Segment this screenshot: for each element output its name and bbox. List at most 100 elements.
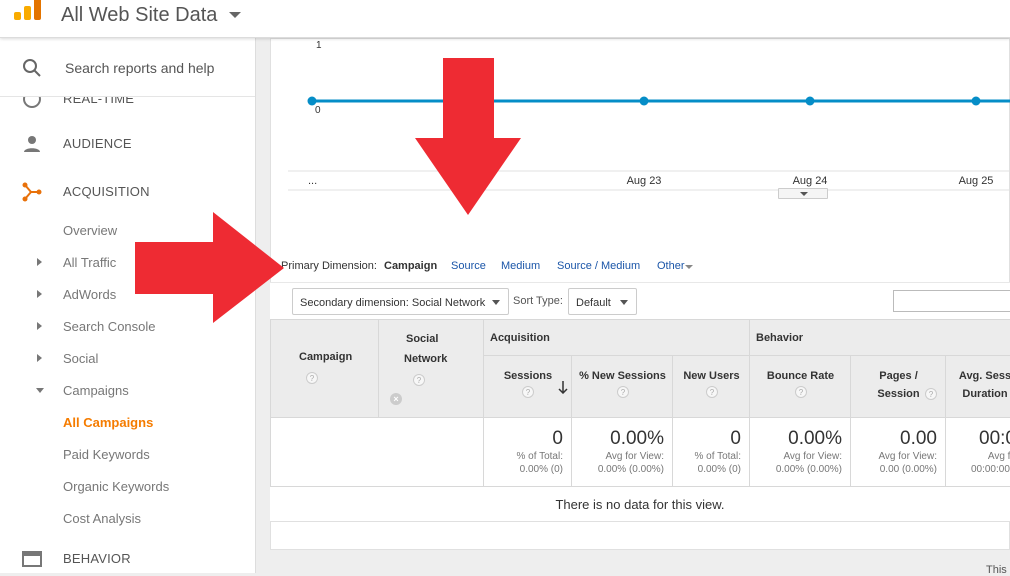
chart-resize-handle[interactable] xyxy=(778,188,828,199)
sidebar-item-acquisition[interactable]: ACQUISITION xyxy=(0,176,255,206)
line-chart: 1 0... Aug 23 Aug 24 Aug 25 xyxy=(288,40,1010,191)
behavior-icon xyxy=(22,551,42,567)
sidebar-item-paid-keywords[interactable]: Paid Keywords xyxy=(63,447,150,462)
y-tick-label: 0 xyxy=(315,105,321,116)
x-tick-label: ... xyxy=(308,175,317,187)
help-icon[interactable]: ? xyxy=(522,386,534,398)
group-header-acquisition: Acquisition xyxy=(484,319,750,356)
dimension-other[interactable]: Other xyxy=(657,260,685,272)
column-label: Social xyxy=(406,333,439,345)
sort-desc-arrow-icon[interactable] xyxy=(558,381,568,394)
expand-arrow-icon[interactable] xyxy=(37,322,42,330)
sidebar-item-social[interactable]: Social xyxy=(63,351,98,366)
dimension-source-medium[interactable]: Source / Medium xyxy=(557,260,640,272)
chevron-down-icon[interactable] xyxy=(229,12,241,18)
column-header-metric[interactable]: Bounce Rate ? xyxy=(750,356,851,418)
column-label: Duration xyxy=(962,388,1008,400)
x-tick-label: Aug 23 xyxy=(627,175,662,187)
data-point[interactable] xyxy=(307,96,317,106)
data-point[interactable] xyxy=(639,96,649,106)
x-tick-label: Aug 25 xyxy=(959,175,994,187)
footer-text: This xyxy=(986,564,1007,576)
secondary-dimension-select[interactable]: Secondary dimension: Social Network xyxy=(292,288,509,315)
metric-total-label: Avg for View: xyxy=(605,451,664,462)
account-view-selector[interactable]: All Web Site Data xyxy=(61,4,217,27)
column-header-metric[interactable]: Sessions ? xyxy=(484,356,572,418)
data-table: Campaign ? Social Network ? × Acquisitio… xyxy=(270,319,1010,576)
data-point[interactable] xyxy=(971,96,981,106)
column-header-metric[interactable]: New Users ? xyxy=(673,356,750,418)
group-label: Acquisition xyxy=(490,332,550,344)
help-icon[interactable]: ? xyxy=(795,386,807,398)
y-tick-label: 1 xyxy=(316,40,322,51)
collapse-arrow-icon[interactable] xyxy=(36,388,44,393)
analytics-logo-icon[interactable] xyxy=(14,0,42,20)
column-header-metric[interactable]: Pages / Session ? xyxy=(851,356,946,418)
column-header-metric[interactable]: Avg. Sess Duration ? xyxy=(946,356,1010,418)
help-icon[interactable]: ? xyxy=(925,388,937,400)
sort-type-select[interactable]: Default xyxy=(568,288,637,315)
metric-total-value: 0 xyxy=(552,428,563,449)
metric-total-detail: 0.00% (0.00%) xyxy=(597,464,664,475)
sidebar-item-overview[interactable]: Overview xyxy=(63,223,117,238)
metric-total-value: 0.00 xyxy=(900,428,937,449)
metric-total-detail: 0.00% (0) xyxy=(697,464,741,475)
sidebar-item-label: AUDIENCE xyxy=(63,136,132,151)
top-bar: All Web Site Data xyxy=(0,0,1010,38)
table-controls: Secondary dimension: Social Network Sort… xyxy=(270,282,1010,319)
sidebar-item-adwords[interactable]: AdWords xyxy=(63,287,116,302)
chevron-down-icon[interactable] xyxy=(685,265,693,269)
sidebar-item-campaigns[interactable]: Campaigns xyxy=(63,383,129,398)
metric-total-detail: 0.00% (0) xyxy=(519,464,563,475)
metric-total-value: 00:0 xyxy=(979,428,1010,449)
search-box[interactable]: Search reports and help xyxy=(0,38,255,97)
search-placeholder: Search reports and help xyxy=(65,60,215,76)
remove-dimension-icon[interactable]: × xyxy=(390,393,402,405)
metric-total-label: % of Total: xyxy=(694,451,741,462)
help-icon[interactable]: ? xyxy=(413,374,425,386)
table-search-input[interactable] xyxy=(893,290,1010,312)
total-row-label-cell xyxy=(270,418,484,487)
metric-total-detail: 0.00% (0.00%) xyxy=(775,464,842,475)
dimension-source[interactable]: Source xyxy=(451,260,486,272)
metric-total-cell: 0.00 Avg for View: 0.00 (0.00%) xyxy=(851,418,946,487)
sort-type-label: Sort Type: xyxy=(513,295,563,307)
sidebar-item-organic-keywords[interactable]: Organic Keywords xyxy=(63,479,169,494)
metric-total-cell: 00:0 Avg fo 00:00:00 ( xyxy=(946,418,1010,487)
dimension-medium[interactable]: Medium xyxy=(501,260,540,272)
column-header-metric[interactable]: % New Sessions ? xyxy=(572,356,673,418)
report-content: 1 0... Aug 23 Aug 24 Aug 25 Primary Dimensio… xyxy=(256,38,1010,576)
metric-total-cell: 0.00% Avg for View: 0.00% (0.00%) xyxy=(572,418,673,487)
column-label: New Users xyxy=(683,370,740,382)
metric-total-cell: 0 % of Total: 0.00% (0) xyxy=(673,418,750,487)
metric-total-detail: 0.00 (0.00%) xyxy=(879,464,937,475)
expand-arrow-icon[interactable] xyxy=(37,354,42,362)
primary-dimension-bar: Primary Dimension: Campaign Source Mediu… xyxy=(270,250,1010,282)
sidebar-item-label: ACQUISITION xyxy=(63,184,150,199)
metric-total-cell: 0.00% Avg for View: 0.00% (0.00%) xyxy=(750,418,851,487)
sidebar-item-audience[interactable]: AUDIENCE xyxy=(0,128,255,158)
metric-total-value: 0.00% xyxy=(610,428,664,449)
dimension-campaign[interactable]: Campaign xyxy=(384,260,437,272)
column-label: Avg. Sess xyxy=(958,370,1010,382)
sidebar-item-cost-analysis[interactable]: Cost Analysis xyxy=(63,511,141,526)
help-icon[interactable]: ? xyxy=(706,386,718,398)
group-header-behavior: Behavior xyxy=(750,319,1010,356)
primary-dimension-label: Primary Dimension: xyxy=(281,260,377,272)
sidebar-item-all-campaigns[interactable]: All Campaigns xyxy=(63,415,153,430)
sidebar-item-behavior[interactable]: BEHAVIOR xyxy=(0,543,255,573)
expand-arrow-icon[interactable] xyxy=(37,258,42,266)
person-icon xyxy=(24,136,40,152)
help-icon[interactable]: ? xyxy=(617,386,629,398)
column-header-social-network[interactable]: Social Network ? × xyxy=(379,319,484,418)
sidebar-item-all-traffic[interactable]: All Traffic xyxy=(63,255,116,270)
search-icon xyxy=(23,59,41,77)
metric-total-cell: 0 % of Total: 0.00% (0) xyxy=(484,418,572,487)
data-point[interactable] xyxy=(805,96,815,106)
help-icon[interactable]: ? xyxy=(306,372,318,384)
empty-message: There is no data for this view. xyxy=(555,497,725,512)
red-arrow-down-annotation xyxy=(415,58,521,215)
metric-total-value: 0 xyxy=(730,428,741,449)
expand-arrow-icon[interactable] xyxy=(37,290,42,298)
column-header-campaign[interactable]: Campaign ? xyxy=(270,319,379,418)
